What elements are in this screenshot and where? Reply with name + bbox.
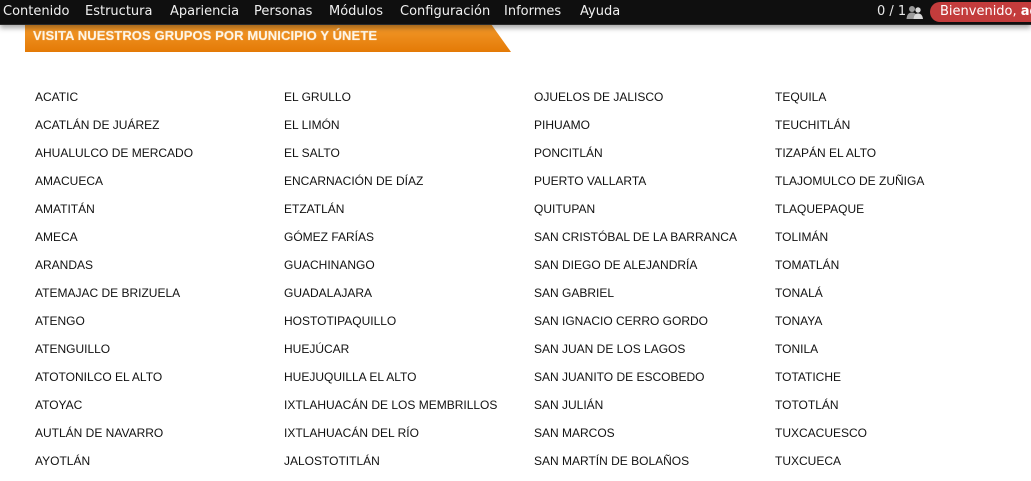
municipio-link[interactable]: EL SALTO [284, 145, 497, 173]
municipio-link[interactable]: TOTATICHE [775, 369, 924, 397]
municipio-link[interactable]: SAN IGNACIO CERRO GORDO [534, 313, 737, 341]
municipios-column-4: TEQUILA TEUCHITLÁN TIZAPÁN EL ALTO TLAJOMUL… [775, 89, 924, 481]
municipio-link[interactable]: AYOTLÁN [35, 453, 193, 481]
welcome-user-button[interactable]: Bienvenido, ad [930, 2, 1031, 22]
municipio-link[interactable]: SAN JUANITO DE ESCOBEDO [534, 369, 737, 397]
municipio-link[interactable]: AMATITÁN [35, 201, 193, 229]
municipio-link[interactable]: GUACHINANGO [284, 257, 497, 285]
municipio-link[interactable]: PUERTO VALLARTA [534, 173, 737, 201]
banner-title: VISITA NUESTROS GRUPOS POR MUNICIPIO Y Ú… [33, 28, 378, 43]
municipio-link[interactable]: SAN GABRIEL [534, 285, 737, 313]
municipio-link[interactable]: JALOSTOTITLÁN [284, 453, 497, 481]
menu-item-configuracion[interactable]: Configuración [400, 4, 490, 20]
municipios-column-3: OJUELOS DE JALISCO PIHUAMO PONCITLÁN PUERTO… [534, 89, 737, 481]
menu-item-personas[interactable]: Personas [254, 4, 312, 20]
municipio-link[interactable]: TUXCACUESCO [775, 425, 924, 453]
municipios-column-2: EL GRULLO EL LIMÓN EL SALTO ENCARNACIÓN DE … [284, 89, 497, 481]
municipio-link[interactable]: ATENGUILLO [35, 341, 193, 369]
municipio-link[interactable]: ACATIC [35, 89, 193, 117]
municipio-link[interactable]: IXTLAHUACÁN DEL RÍO [284, 425, 497, 453]
municipio-link[interactable]: TEUCHITLÁN [775, 117, 924, 145]
admin-toolbar: Contenido Estructura Apariencia Personas… [0, 0, 1031, 25]
municipio-link[interactable]: TEQUILA [775, 89, 924, 117]
municipio-link[interactable]: ENCARNACIÓN DE DÍAZ [284, 173, 497, 201]
municipio-link[interactable]: EL GRULLO [284, 89, 497, 117]
municipio-link[interactable]: SAN MARTÍN DE BOLAÑOS [534, 453, 737, 481]
municipio-link[interactable]: ACATLÁN DE JUÁREZ [35, 117, 193, 145]
municipio-link[interactable]: AMACUECA [35, 173, 193, 201]
municipio-link[interactable]: TONALÁ [775, 285, 924, 313]
municipio-link[interactable]: GUADALAJARA [284, 285, 497, 313]
municipio-link[interactable]: ETZATLÁN [284, 201, 497, 229]
municipio-link[interactable]: OJUELOS DE JALISCO [534, 89, 737, 117]
municipio-link[interactable]: HOSTOTIPAQUILLO [284, 313, 497, 341]
municipio-link[interactable]: TOTOTLÁN [775, 397, 924, 425]
menu-item-ayuda[interactable]: Ayuda [580, 4, 620, 20]
municipio-link[interactable]: SAN CRISTÓBAL DE LA BARRANCA [534, 229, 737, 257]
municipio-link[interactable]: SAN JUAN DE LOS LAGOS [534, 341, 737, 369]
municipio-link[interactable]: AHUALULCO DE MERCADO [35, 145, 193, 173]
municipio-link[interactable]: ATOYAC [35, 397, 193, 425]
municipio-link[interactable]: ARANDAS [35, 257, 193, 285]
municipio-link[interactable]: QUITUPAN [534, 201, 737, 229]
municipio-link[interactable]: HUEJUQUILLA EL ALTO [284, 369, 497, 397]
menu-item-informes[interactable]: Informes [504, 4, 561, 20]
municipio-link[interactable]: TLAJOMULCO DE ZUÑIGA [775, 173, 924, 201]
municipio-link[interactable]: ATENGO [35, 313, 193, 341]
municipio-link[interactable]: EL LIMÓN [284, 117, 497, 145]
municipio-link[interactable]: IXTLAHUACÁN DE LOS MEMBRILLOS [284, 397, 497, 425]
municipio-link[interactable]: PONCITLÁN [534, 145, 737, 173]
menu-item-apariencia[interactable]: Apariencia [170, 4, 239, 20]
municipio-link[interactable]: TLAQUEPAQUE [775, 201, 924, 229]
welcome-prefix: Bienvenido, [940, 4, 1021, 19]
municipio-link[interactable]: TOLIMÁN [775, 229, 924, 257]
municipio-link[interactable]: ATEMAJAC DE BRIZUELA [35, 285, 193, 313]
users-icon[interactable] [906, 5, 924, 20]
municipio-link[interactable]: AMECA [35, 229, 193, 257]
users-online-counter: 0 / 1 [877, 4, 907, 19]
municipio-link[interactable]: TONAYA [775, 313, 924, 341]
municipio-link[interactable]: TONILA [775, 341, 924, 369]
municipio-link[interactable]: SAN JULIÁN [534, 397, 737, 425]
municipio-link[interactable]: SAN DIEGO DE ALEJANDRÍA [534, 257, 737, 285]
menu-item-estructura[interactable]: Estructura [85, 4, 152, 20]
municipio-link[interactable]: TOMATLÁN [775, 257, 924, 285]
municipio-link[interactable]: HUEJÚCAR [284, 341, 497, 369]
municipios-column-1: ACATIC ACATLÁN DE JUÁREZ AHUALULCO DE MERC… [35, 89, 193, 481]
municipio-link[interactable]: TIZAPÁN EL ALTO [775, 145, 924, 173]
municipio-link[interactable]: SAN MARCOS [534, 425, 737, 453]
municipio-link[interactable]: GÓMEZ FARÍAS [284, 229, 497, 257]
menu-item-modulos[interactable]: Módulos [329, 4, 383, 20]
welcome-username: ad [1020, 4, 1031, 19]
municipio-link[interactable]: TUXCUECA [775, 453, 924, 481]
menu-item-contenido[interactable]: Contenido [3, 4, 69, 20]
municipio-link[interactable]: PIHUAMO [534, 117, 737, 145]
municipio-link[interactable]: ATOTONILCO EL ALTO [35, 369, 193, 397]
municipio-link[interactable]: AUTLÁN DE NAVARRO [35, 425, 193, 453]
